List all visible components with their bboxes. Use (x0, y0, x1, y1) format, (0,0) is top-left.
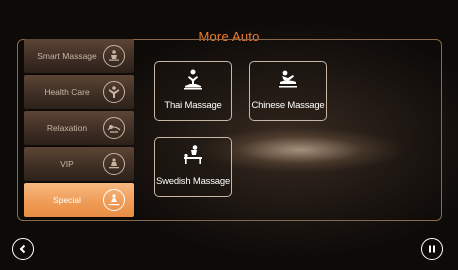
program-tile-thai-massage[interactable]: Thai Massage (154, 61, 232, 121)
health-care-icon (103, 81, 125, 103)
program-tile-chinese-massage[interactable]: Chinese Massage (249, 61, 327, 121)
swedish-massage-icon (184, 145, 202, 164)
back-button[interactable] (12, 238, 34, 260)
sidebar-item-health-care[interactable]: Health Care (24, 75, 134, 109)
sidebar-item-relaxation[interactable]: Relaxation (24, 111, 134, 145)
relaxation-icon (103, 117, 125, 139)
sidebar-item-smart-massage[interactable]: Smart Massage (24, 39, 134, 73)
vip-icon (103, 153, 125, 175)
screen: More Auto Smart Massage Health Care Rela… (0, 0, 458, 270)
pause-icon (429, 245, 435, 253)
sidebar-item-special[interactable]: Special (24, 183, 134, 217)
sidebar: Smart Massage Health Care Relaxation VIP… (24, 39, 134, 219)
program-label: Swedish Massage (155, 176, 231, 187)
program-label: Chinese Massage (251, 100, 325, 111)
special-icon (103, 189, 125, 211)
sidebar-item-vip[interactable]: VIP (24, 147, 134, 181)
chinese-massage-icon (279, 70, 297, 88)
pause-button[interactable] (421, 238, 443, 260)
smart-massage-icon (103, 45, 125, 67)
program-label: Thai Massage (164, 100, 222, 111)
program-tile-swedish-massage[interactable]: Swedish Massage (154, 137, 232, 197)
back-icon (19, 244, 26, 254)
thai-massage-icon (184, 69, 202, 90)
